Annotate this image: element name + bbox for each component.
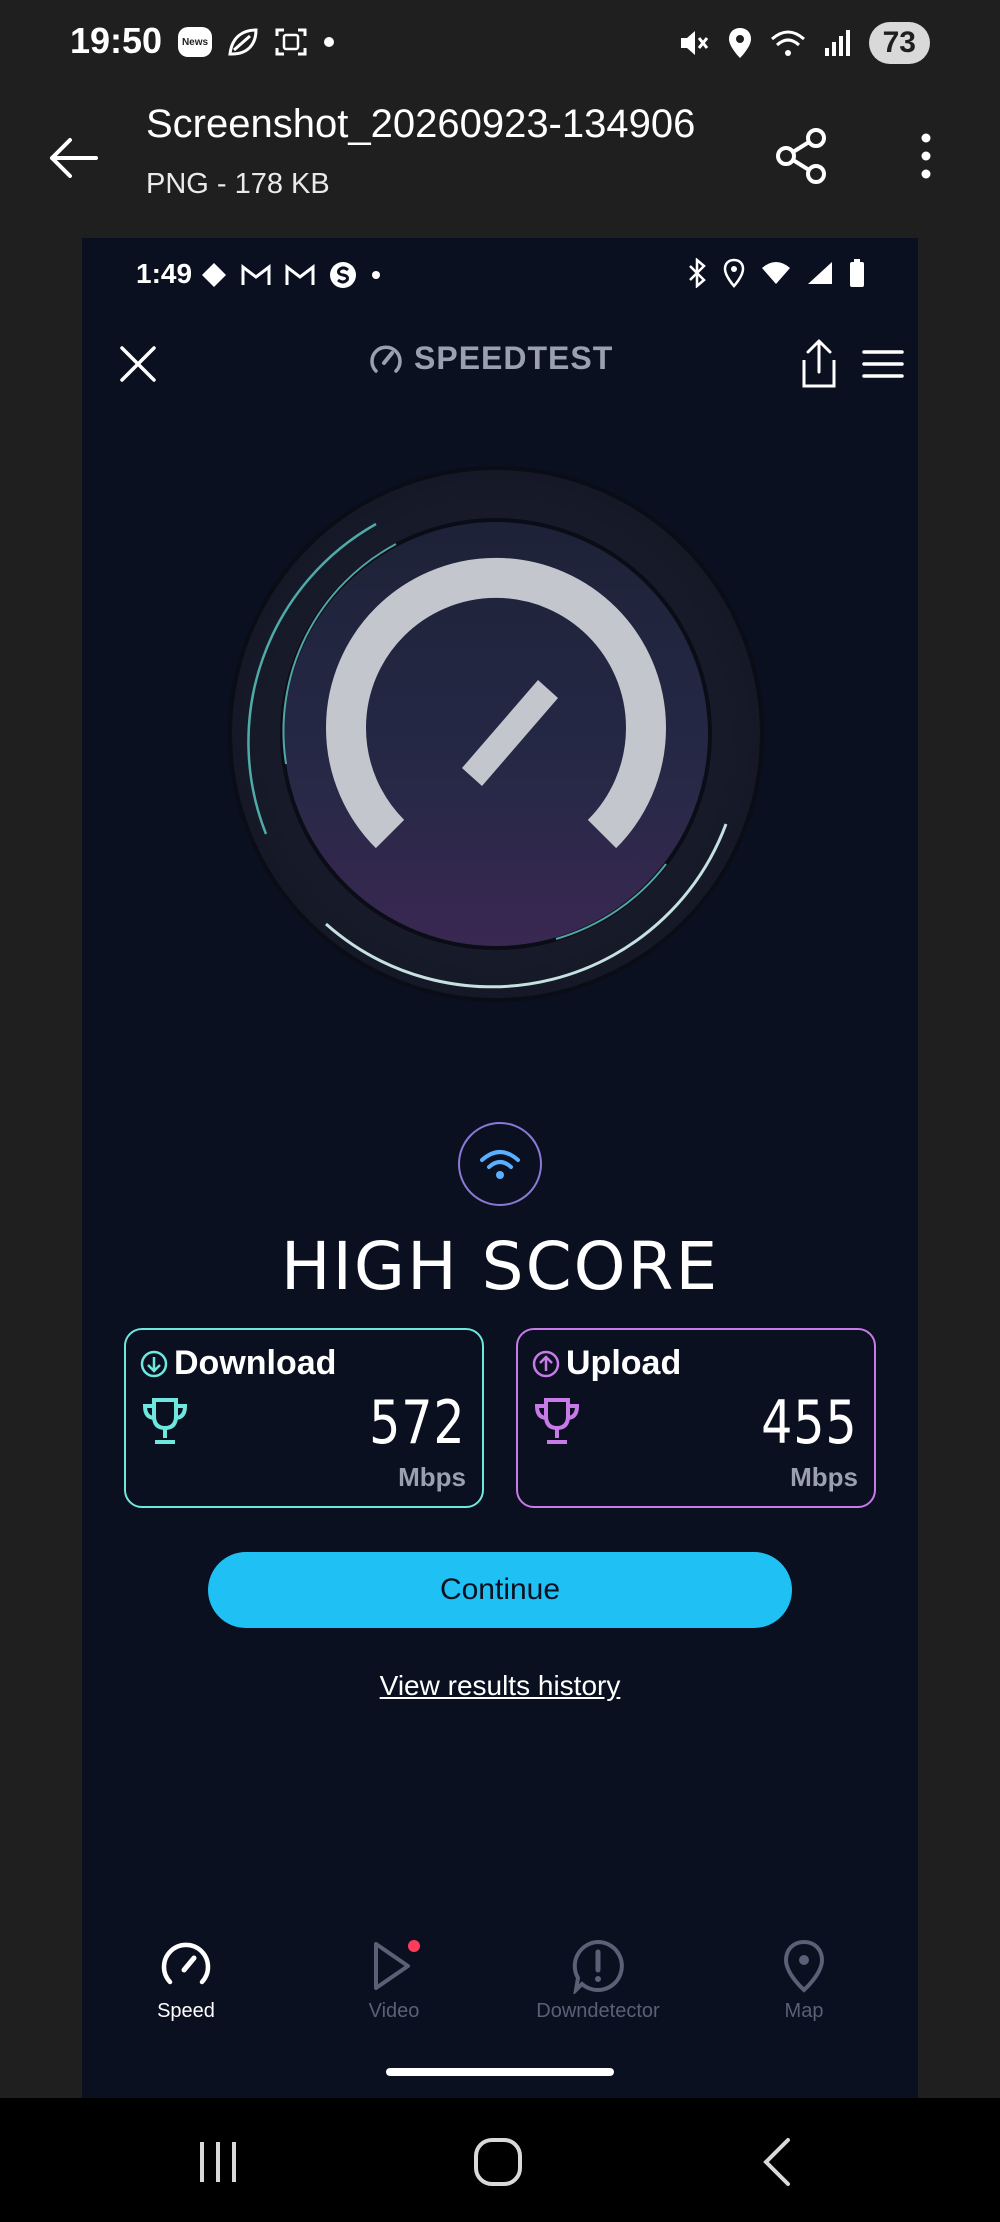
nav-item-speed[interactable]: Speed bbox=[96, 1938, 276, 2048]
nav-label-video: Video bbox=[368, 2000, 420, 2022]
gmail-icon bbox=[241, 263, 271, 285]
circle-s-icon bbox=[330, 262, 356, 288]
wifi-icon bbox=[762, 262, 790, 284]
location-icon bbox=[728, 28, 751, 58]
upload-value: 455 bbox=[761, 1388, 858, 1458]
map-pin-icon bbox=[783, 1939, 825, 1993]
download-card: Download 572 Mbps bbox=[124, 1328, 484, 1508]
bluetooth-icon bbox=[689, 258, 706, 288]
back-arrow-icon[interactable] bbox=[44, 128, 104, 188]
upload-card: Upload 455 Mbps bbox=[516, 1328, 876, 1508]
speedtest-logo-icon bbox=[370, 344, 402, 373]
download-arrow-icon bbox=[140, 1350, 168, 1377]
speedtest-logo: SPEEDTEST bbox=[368, 340, 613, 377]
download-header: Download bbox=[140, 1344, 336, 1383]
inner-status-bar: 1:49 bbox=[82, 238, 918, 318]
dot-icon bbox=[324, 37, 334, 47]
play-icon bbox=[374, 1940, 420, 1990]
mute-icon bbox=[680, 31, 708, 55]
upload-label: Upload bbox=[566, 1344, 682, 1382]
inner-status-right-icons bbox=[686, 258, 866, 288]
signal-icon bbox=[824, 30, 850, 56]
leaf-icon bbox=[228, 28, 258, 56]
status-time: 19:50 bbox=[70, 20, 163, 61]
home-indicator bbox=[386, 2068, 614, 2076]
recent-apps-icon[interactable] bbox=[188, 2132, 248, 2192]
nav-item-video[interactable]: Video bbox=[304, 1938, 484, 2048]
upload-arrow-icon bbox=[532, 1350, 560, 1377]
view-results-history-link[interactable]: View results history bbox=[82, 1670, 918, 1702]
nav-label-speed: Speed bbox=[157, 2000, 215, 2022]
download-unit: Mbps bbox=[398, 1462, 466, 1492]
device-status-bar: 19:50 News 73 bbox=[0, 0, 1000, 86]
download-label: Download bbox=[174, 1344, 337, 1382]
nav-item-downdetector[interactable]: Downdetector bbox=[508, 1938, 688, 2048]
viewer-header: Screenshot_20260923-134906 PNG - 178 KB bbox=[0, 86, 1000, 236]
nav-item-map[interactable]: Map bbox=[714, 1938, 894, 2048]
nav-label-downdetector: Downdetector bbox=[536, 2000, 660, 2022]
status-left-icons: News bbox=[178, 26, 336, 58]
gauge-icon bbox=[161, 1942, 211, 1985]
trophy-icon bbox=[534, 1398, 580, 1444]
screenshot-icon bbox=[275, 28, 307, 56]
signal-icon bbox=[808, 262, 832, 284]
wifi-icon bbox=[480, 1150, 520, 1179]
news-notification-icon: News bbox=[178, 27, 212, 57]
trophy-icon bbox=[142, 1398, 188, 1444]
file-title: Screenshot_20260923-134906 bbox=[146, 102, 696, 146]
file-meta: PNG - 178 KB bbox=[146, 168, 330, 200]
speed-gauge bbox=[228, 466, 764, 1002]
close-icon[interactable] bbox=[112, 338, 164, 390]
diamond-icon bbox=[202, 263, 226, 287]
more-options-icon[interactable] bbox=[902, 124, 950, 188]
share-icon[interactable] bbox=[794, 336, 844, 392]
upload-unit: Mbps bbox=[790, 1462, 858, 1492]
status-right-icons: 73 bbox=[677, 22, 930, 64]
inner-status-time: 1:49 bbox=[136, 258, 193, 289]
continue-button[interactable]: Continue bbox=[208, 1552, 792, 1628]
home-icon[interactable] bbox=[468, 2132, 528, 2192]
inner-status-left-icons bbox=[200, 260, 382, 290]
bottom-navigation: Speed Video Downdetector Map bbox=[82, 1938, 918, 2058]
alert-icon bbox=[572, 1939, 624, 1994]
gmail-icon bbox=[285, 263, 315, 285]
download-value: 572 bbox=[369, 1388, 466, 1458]
nav-label-map: Map bbox=[784, 2000, 824, 2022]
system-navigation-bar bbox=[0, 2098, 1000, 2222]
connection-type-badge bbox=[458, 1122, 542, 1206]
share-icon[interactable] bbox=[770, 124, 834, 188]
battery-level: 73 bbox=[868, 22, 930, 64]
back-icon[interactable] bbox=[748, 2132, 808, 2192]
upload-header: Upload bbox=[532, 1344, 681, 1383]
dot-icon bbox=[372, 271, 380, 279]
app-bar: SPEEDTEST bbox=[82, 318, 918, 414]
location-icon bbox=[723, 258, 745, 288]
result-headline: HIGH SCORE bbox=[280, 1228, 720, 1305]
brand-name: SPEEDTEST bbox=[414, 340, 614, 376]
menu-icon[interactable] bbox=[860, 342, 906, 386]
screenshot-image: 1:49 SPEEDTEST HIGH SCORE Download 572 M… bbox=[82, 238, 918, 2098]
wifi-icon bbox=[770, 30, 805, 56]
battery-icon bbox=[850, 259, 864, 287]
